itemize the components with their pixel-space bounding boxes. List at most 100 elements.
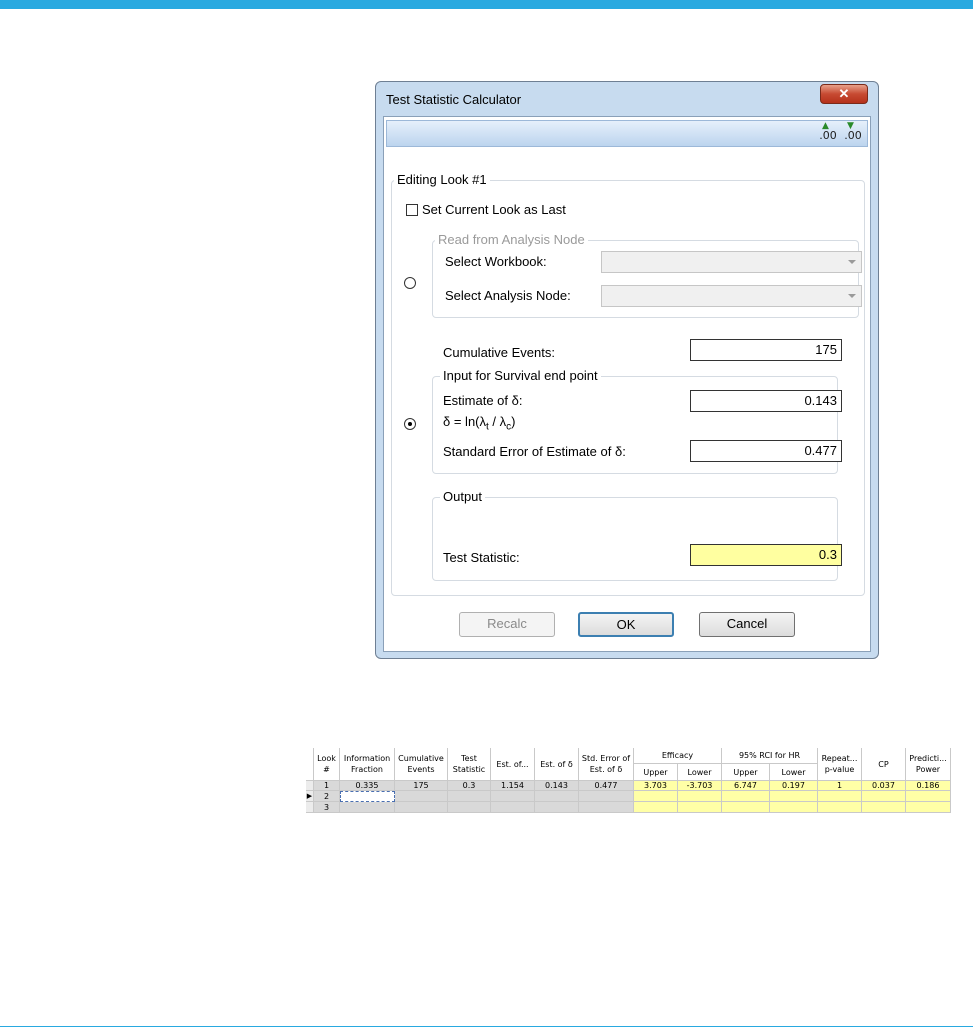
header-efficacy[interactable]: Efficacy	[634, 748, 722, 764]
estimate-label: Estimate of δ:	[443, 393, 523, 408]
table-cell-eff-lower[interactable]	[678, 791, 722, 802]
manual-input-radio[interactable]	[404, 418, 416, 430]
table-cell-cp[interactable]	[862, 791, 906, 802]
select-workbook-label: Select Workbook:	[445, 254, 547, 269]
radio-selected-dot	[408, 422, 412, 426]
bottom-rule	[0, 1026, 973, 1027]
set-last-checkbox[interactable]	[406, 204, 418, 216]
table-cell-eff-upper[interactable]	[634, 791, 678, 802]
header-test-text: Test	[461, 754, 477, 763]
table-cell-est-of[interactable]	[491, 791, 535, 802]
table-cell-test[interactable]	[448, 802, 491, 813]
header-est-delta[interactable]: Est. of δ	[535, 748, 579, 781]
output-group: Output Test Statistic: 0.3	[432, 489, 842, 581]
header-repeat-sub: p-value	[824, 765, 855, 774]
table-cell-eff-upper[interactable]: 3.703	[634, 781, 678, 791]
delta-formula: δ = ln(λt / λc)	[443, 414, 515, 433]
table-cell-std-err[interactable]: 0.477	[579, 781, 634, 791]
header-std-err-sub: Est. of δ	[589, 765, 623, 774]
table-cell-repeat[interactable]	[818, 791, 862, 802]
table-cell-cp[interactable]: 0.037	[862, 781, 906, 791]
table-cell-est-of[interactable]: 1.154	[491, 781, 535, 791]
table-cell-rci-upper[interactable]: 6.747	[722, 781, 770, 791]
table-cell-rci-lower[interactable]: 0.197	[770, 781, 818, 791]
row-header[interactable]	[306, 781, 314, 791]
table-cell-pred[interactable]: 0.186	[906, 781, 951, 791]
table-cell-std-err[interactable]	[579, 802, 634, 813]
header-repeat-text: Repeat...	[821, 754, 858, 763]
header-information-fraction[interactable]: Information Fraction	[340, 748, 395, 781]
header-cum-text: Cumulative	[398, 754, 444, 763]
table-cell-est-delta[interactable]	[535, 802, 579, 813]
header-rci-upper[interactable]: Upper	[722, 764, 770, 781]
table-cell-cp[interactable]	[862, 802, 906, 813]
table-cell-info-selected[interactable]	[340, 791, 395, 802]
header-pred-sub: Power	[915, 765, 941, 774]
test-statistic-label: Test Statistic:	[443, 550, 520, 565]
current-row-marker-icon[interactable]: ▶	[306, 791, 314, 802]
top-accent-bar	[0, 0, 973, 9]
header-rci[interactable]: 95% RCI for HR	[722, 748, 818, 764]
results-grid: Look # Information Fraction Cumulative Even…	[306, 748, 951, 813]
read-from-analysis-node-radio[interactable]	[404, 277, 416, 289]
estimate-input[interactable]: 0.143	[690, 390, 842, 412]
table-cell-rci-upper[interactable]	[722, 802, 770, 813]
table-cell-info[interactable]	[340, 802, 395, 813]
header-est-of[interactable]: Est. of...	[491, 748, 535, 781]
row-header[interactable]	[306, 802, 314, 813]
table-cell-pred[interactable]	[906, 791, 951, 802]
table-cell-test[interactable]: 0.3	[448, 781, 491, 791]
standard-error-label: Standard Error of Estimate of δ:	[443, 444, 626, 459]
header-test-statistic[interactable]: Test Statistic	[448, 748, 491, 781]
header-info-sub: Fraction	[351, 765, 383, 774]
table-cell-rci-lower[interactable]	[770, 791, 818, 802]
table-cell-eff-lower[interactable]: -3.703	[678, 781, 722, 791]
chevron-down-icon	[848, 260, 856, 264]
table-cell-est-delta[interactable]	[535, 791, 579, 802]
table-cell-repeat[interactable]: 1	[818, 781, 862, 791]
table-cell-std-err[interactable]	[579, 791, 634, 802]
header-test-sub: Statistic	[452, 765, 486, 774]
header-efficacy-lower[interactable]: Lower	[678, 764, 722, 781]
table-cell-rci-upper[interactable]	[722, 791, 770, 802]
table-cell-rci-lower[interactable]	[770, 802, 818, 813]
decrease-decimals-button[interactable]: ▼ .00	[843, 122, 863, 143]
table-cell-cum[interactable]: 175	[395, 781, 448, 791]
header-cumulative-events[interactable]: Cumulative Events	[395, 748, 448, 781]
header-rci-lower[interactable]: Lower	[770, 764, 818, 781]
table-cell-eff-upper[interactable]	[634, 802, 678, 813]
header-repeated-p-value[interactable]: Repeat... p-value	[818, 748, 862, 781]
select-analysis-node-combo[interactable]	[601, 285, 862, 307]
cumulative-events-label: Cumulative Events:	[443, 345, 555, 360]
table-cell-cum[interactable]	[395, 791, 448, 802]
select-workbook-combo[interactable]	[601, 251, 862, 273]
table-cell-est-delta[interactable]: 0.143	[535, 781, 579, 791]
table-cell-info[interactable]: 0.335	[340, 781, 395, 791]
arrow-up-icon: ▲	[822, 121, 829, 131]
table-cell-est-of[interactable]	[491, 802, 535, 813]
test-statistic-output: 0.3	[690, 544, 842, 566]
set-last-label[interactable]: Set Current Look as Last	[422, 202, 566, 217]
header-cum-sub: Events	[407, 765, 435, 774]
table-cell-cum[interactable]	[395, 802, 448, 813]
standard-error-input[interactable]: 0.477	[690, 440, 842, 462]
table-cell-repeat[interactable]	[818, 802, 862, 813]
header-efficacy-upper[interactable]: Upper	[634, 764, 678, 781]
cumulative-events-input[interactable]: 175	[690, 339, 842, 361]
header-look[interactable]: Look #	[314, 748, 340, 781]
table-cell-pred[interactable]	[906, 802, 951, 813]
recalc-button[interactable]: Recalc	[459, 612, 555, 637]
header-cp[interactable]: CP	[862, 748, 906, 781]
header-std-error[interactable]: Std. Error of Est. of δ	[579, 748, 634, 781]
formula-mid: / λ	[488, 414, 507, 429]
header-predictive-power[interactable]: Predicti... Power	[906, 748, 951, 781]
toolbar: ▲ .00 ▼ .00	[386, 120, 868, 147]
dialog-title: Test Statistic Calculator	[386, 92, 522, 107]
editing-look-group: Editing Look #1 Set Current Look as Last…	[391, 172, 865, 596]
ok-button[interactable]: OK	[578, 612, 674, 637]
table-cell-test[interactable]	[448, 791, 491, 802]
close-button[interactable]: ✕	[820, 84, 868, 104]
cancel-button[interactable]: Cancel	[699, 612, 795, 637]
table-cell-eff-lower[interactable]	[678, 802, 722, 813]
increase-decimals-button[interactable]: ▲ .00	[818, 121, 838, 143]
